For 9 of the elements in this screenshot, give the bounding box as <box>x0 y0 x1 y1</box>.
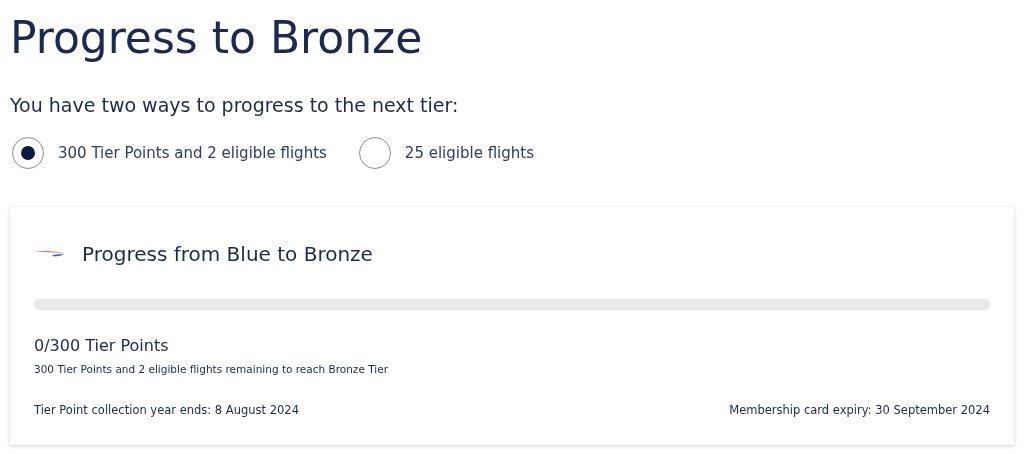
points-text: 0/300 Tier Points <box>34 335 170 358</box>
collection-year-text: Tier Point collection year ends: 8 August 2024 <box>34 402 299 420</box>
option-label: 300 Tier Points and 2 eligible flights <box>58 143 327 165</box>
card-expiry-text: Membership card expiry: 30 September 2024 <box>729 402 990 420</box>
remaining-text: 300 Tier Points and 2 eligible flights remaining to reach Bronze Tier <box>34 362 389 378</box>
page-title: Progress to Bronze <box>10 12 424 65</box>
card-title: Progress from Blue to Bronze <box>82 241 373 269</box>
option-label: 25 eligible flights <box>404 143 534 165</box>
subtitle: You have two ways to progress to the next tier: <box>10 92 460 118</box>
